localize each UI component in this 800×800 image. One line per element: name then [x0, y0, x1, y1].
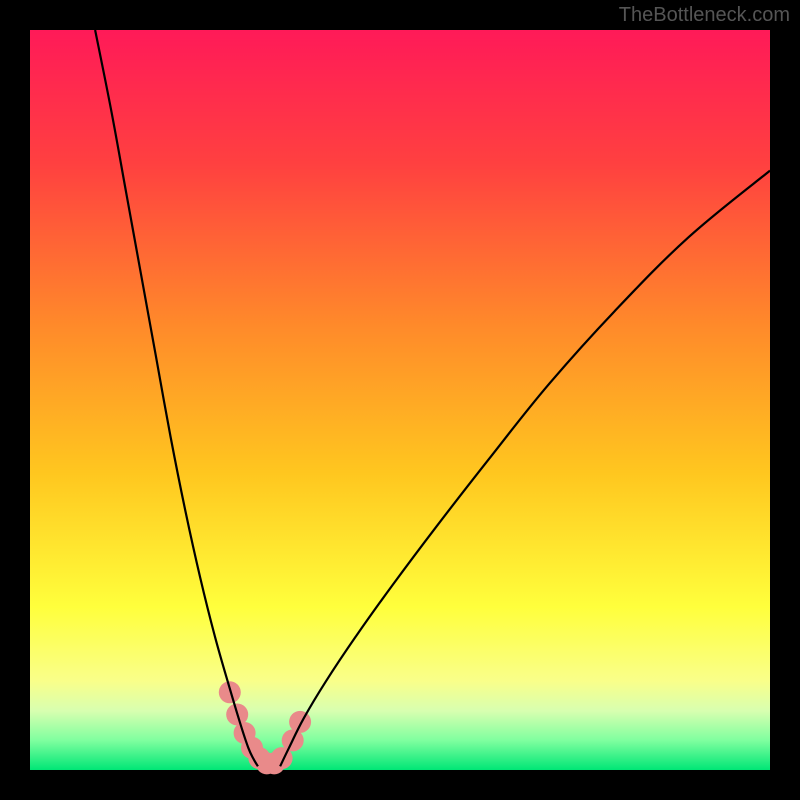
watermark-text: TheBottleneck.com	[619, 4, 790, 27]
chart-svg	[0, 0, 800, 800]
chart-container: TheBottleneck.com	[0, 0, 800, 800]
plot-background	[30, 30, 770, 770]
marker-dot	[289, 711, 311, 733]
